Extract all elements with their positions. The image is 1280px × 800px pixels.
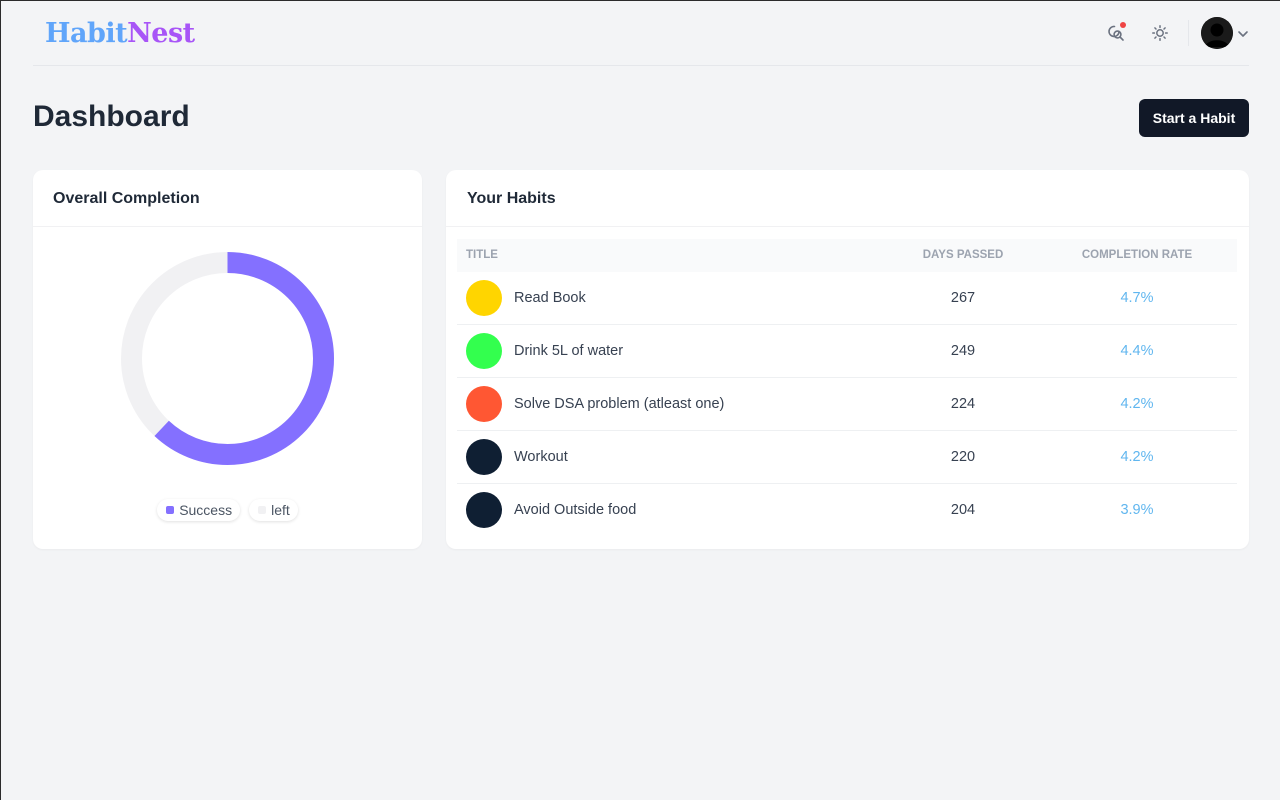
completion-donut-chart [121,252,334,465]
brand-part-1: Habit [45,18,128,49]
habits-table-header: Title Days Passed Completion Rate [457,239,1237,272]
donut-legend: Success left [33,499,422,521]
legend-swatch-success [166,506,175,514]
habit-title: Solve DSA problem (atleast one) [514,396,725,412]
sun-icon [1152,25,1168,41]
notification-dot [1120,22,1126,28]
habit-days-passed: 220 [950,449,976,465]
habit-completion-rate: 4.7% [1120,290,1154,306]
habit-color-dot [466,280,502,316]
theme-toggle-button[interactable] [1149,22,1171,44]
table-row[interactable]: Avoid Outside food 204 3.9% [457,484,1237,537]
page-title: Dashboard [33,100,190,133]
legend-swatch-left [258,506,267,514]
habit-color-dot [466,386,502,422]
user-avatar[interactable] [1201,17,1233,49]
habit-color-dot [466,439,502,475]
habit-title: Workout [514,449,568,465]
column-header-title: Title [466,249,498,261]
habit-completion-rate: 4.2% [1120,449,1154,465]
habit-color-dot [466,333,502,369]
habit-days-passed: 204 [950,502,976,518]
table-row[interactable]: Drink 5L of water 249 4.4% [457,325,1237,378]
habits-table-body: Read Book 267 4.7% Drink 5L of water 249… [457,272,1237,537]
habit-completion-rate: 4.4% [1120,343,1154,359]
table-row[interactable]: Solve DSA problem (atleast one) 224 4.2% [457,378,1237,431]
your-habits-title: Your Habits [446,170,1249,227]
habit-days-passed: 224 [950,396,976,412]
top-bar: HabitNest [33,0,1249,66]
brand-part-2: Nest [127,18,195,49]
legend-label-success: Success [179,502,233,518]
habit-days-passed: 267 [950,290,976,306]
habit-completion-rate: 4.2% [1120,396,1154,412]
column-header-completion-rate: Completion Rate [1081,249,1193,261]
chevron-down-icon[interactable] [1236,27,1250,41]
legend-item-left[interactable]: left [249,499,298,521]
column-header-days-passed: Days Passed [922,249,1004,261]
legend-label-left: left [271,502,290,518]
habit-title: Read Book [514,290,586,306]
habit-title: Drink 5L of water [514,343,624,359]
habit-title: Avoid Outside food [514,502,637,518]
legend-item-success[interactable]: Success [157,499,241,521]
brand-logo[interactable]: HabitNest [45,18,195,49]
habit-color-dot [466,492,502,528]
table-row[interactable]: Workout 220 4.2% [457,431,1237,484]
start-habit-button[interactable]: Start a Habit [1139,99,1249,137]
header-divider [1188,20,1189,46]
overall-completion-card: Overall Completion Success left [33,170,422,549]
habit-days-passed: 249 [950,343,976,359]
table-row[interactable]: Read Book 267 4.7% [457,272,1237,325]
overall-completion-title: Overall Completion [33,170,422,227]
habit-completion-rate: 3.9% [1120,502,1154,518]
your-habits-card: Your Habits Title Days Passed Completion… [446,170,1249,549]
search-notification-button[interactable] [1105,22,1127,44]
